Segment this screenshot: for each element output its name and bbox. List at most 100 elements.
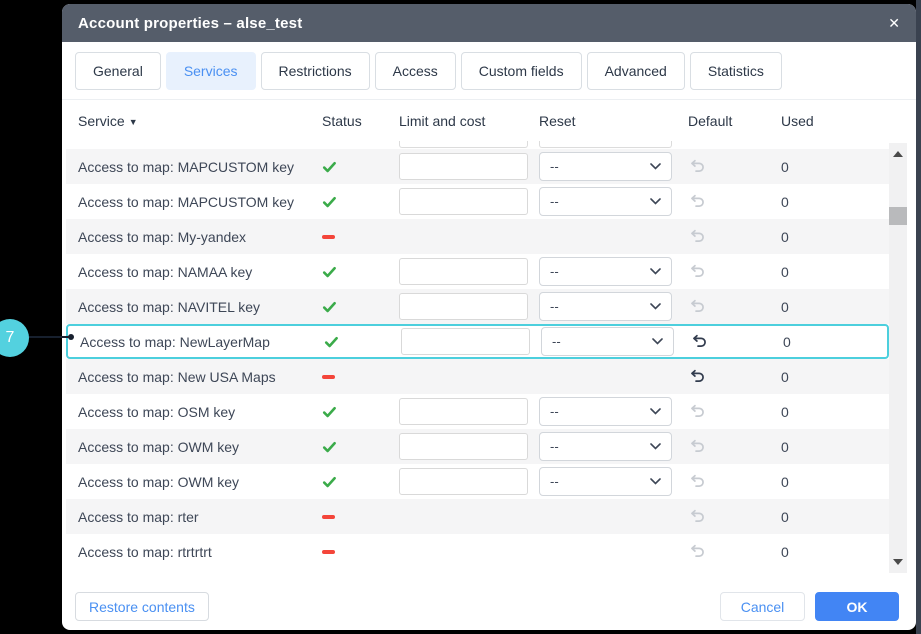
close-icon[interactable]: ✕: [888, 16, 900, 30]
scrollbar-thumb[interactable]: [889, 207, 907, 225]
callout-dot: [68, 334, 74, 340]
limit-input[interactable]: [399, 153, 528, 180]
service-name: Access to map: MAPCUSTOM key: [66, 159, 318, 175]
vertical-scrollbar[interactable]: [889, 143, 907, 573]
used-value: 0: [781, 159, 889, 175]
column-header-status: Status: [318, 113, 399, 129]
reset-select-value: --: [550, 439, 559, 454]
enabled-check-icon: [322, 265, 337, 279]
reset-select[interactable]: --: [539, 397, 672, 426]
used-value: 0: [781, 474, 889, 490]
status-cell: [318, 405, 399, 419]
tab-access[interactable]: Access: [375, 52, 456, 90]
tab-general[interactable]: General: [75, 52, 161, 90]
used-value: 0: [781, 369, 889, 385]
reset-select[interactable]: --: [539, 257, 672, 286]
service-name: Access to map: My-yandex: [66, 229, 318, 245]
restore-contents-button[interactable]: Restore contents: [75, 592, 209, 621]
reset-select-value: --: [550, 159, 559, 174]
limit-input[interactable]: [399, 188, 528, 215]
reset-select-value: --: [550, 404, 559, 419]
reset-select[interactable]: --: [539, 432, 672, 461]
restore-default-button[interactable]: [688, 367, 707, 386]
restore-default-button[interactable]: [688, 402, 707, 421]
tab-bar: GeneralServicesRestrictionsAccessCustom …: [75, 52, 782, 90]
column-header-used: Used: [781, 113, 889, 129]
reset-select-value: --: [550, 264, 559, 279]
status-cell: [318, 515, 399, 519]
reset-select-value: --: [550, 194, 559, 209]
restore-default-button[interactable]: [688, 262, 707, 281]
tab-advanced[interactable]: Advanced: [587, 52, 685, 90]
disabled-dash-icon: [322, 375, 335, 379]
used-value: 0: [781, 509, 889, 525]
restore-default-button[interactable]: [688, 437, 707, 456]
limit-input[interactable]: [399, 293, 528, 320]
restore-default-button[interactable]: [688, 472, 707, 491]
restore-default-button[interactable]: [688, 157, 707, 176]
column-header-service[interactable]: Service ▼: [66, 113, 318, 129]
reset-select[interactable]: --: [539, 187, 672, 216]
service-name: Access to map: rtrtrtrt: [66, 544, 318, 560]
table-row: Access to map: OWM key--0: [66, 429, 889, 464]
column-header-default: Default: [684, 113, 781, 129]
reset-select-value: --: [550, 474, 559, 489]
reset-select[interactable]: --: [539, 467, 672, 496]
table-row: Access to map: rtrtrtrt0: [66, 534, 889, 569]
enabled-check-icon: [322, 440, 337, 454]
scroll-up-arrow-icon[interactable]: [893, 151, 903, 157]
table-row: Access to map: MAPCUSTOM key -- 0: [66, 149, 889, 184]
column-header-reset: Reset: [539, 113, 684, 129]
clipped-limit-input: [399, 141, 528, 148]
restore-default-button[interactable]: [688, 507, 707, 526]
chevron-down-icon: [650, 268, 661, 275]
table-row: Access to map: My-yandex0: [66, 219, 889, 254]
disabled-dash-icon: [322, 515, 335, 519]
status-cell: [318, 195, 399, 209]
status-cell: [318, 375, 399, 379]
chevron-down-icon: [650, 163, 661, 170]
chevron-down-icon: [650, 198, 661, 205]
dialog-titlebar: Account properties – alse_test ✕: [62, 4, 916, 42]
status-cell: [318, 235, 399, 239]
enabled-check-icon: [322, 405, 337, 419]
tab-custom-fields[interactable]: Custom fields: [461, 52, 582, 90]
tab-restrictions[interactable]: Restrictions: [261, 52, 370, 90]
cancel-button[interactable]: Cancel: [720, 592, 805, 621]
chevron-down-icon: [650, 443, 661, 450]
limit-input[interactable]: [399, 433, 528, 460]
chevron-down-icon: [652, 338, 663, 345]
reset-select-value: --: [552, 334, 561, 349]
table-row: Access to map: rter 0: [66, 499, 889, 534]
status-cell: [318, 475, 399, 489]
limit-input[interactable]: [401, 328, 530, 355]
service-name: Access to map: OSM key: [66, 404, 318, 420]
callout-step-badge: 7: [0, 319, 29, 357]
ok-button[interactable]: OK: [815, 592, 899, 621]
reset-select[interactable]: --: [541, 327, 674, 356]
reset-select[interactable]: --: [539, 292, 672, 321]
restore-default-button[interactable]: [688, 227, 707, 246]
service-name: Access to map: MAPCUSTOM key: [66, 194, 318, 210]
limit-input[interactable]: [399, 258, 528, 285]
restore-default-button[interactable]: [688, 542, 707, 561]
status-cell: [318, 300, 399, 314]
enabled-check-icon: [322, 300, 337, 314]
restore-default-button[interactable]: [688, 297, 707, 316]
table-row: Access to map: MAPCUSTOM key--0: [66, 184, 889, 219]
backdrop-edge: [916, 0, 921, 634]
restore-default-button[interactable]: [688, 192, 707, 211]
enabled-check-icon: [322, 160, 337, 174]
reset-select[interactable]: --: [539, 152, 672, 181]
services-table: Access to map: MAPCUSTOM key--0Access to…: [62, 141, 916, 577]
limit-input[interactable]: [399, 398, 528, 425]
tab-services[interactable]: Services: [166, 52, 256, 90]
service-name: Access to map: NAMAA key: [66, 264, 318, 280]
limit-input[interactable]: [399, 468, 528, 495]
scroll-down-arrow-icon[interactable]: [893, 559, 903, 565]
restore-default-button[interactable]: [690, 332, 709, 351]
used-value: 0: [781, 404, 889, 420]
service-name: Access to map: rter: [66, 509, 318, 525]
sort-arrow-icon: ▼: [129, 117, 138, 127]
tab-statistics[interactable]: Statistics: [690, 52, 782, 90]
